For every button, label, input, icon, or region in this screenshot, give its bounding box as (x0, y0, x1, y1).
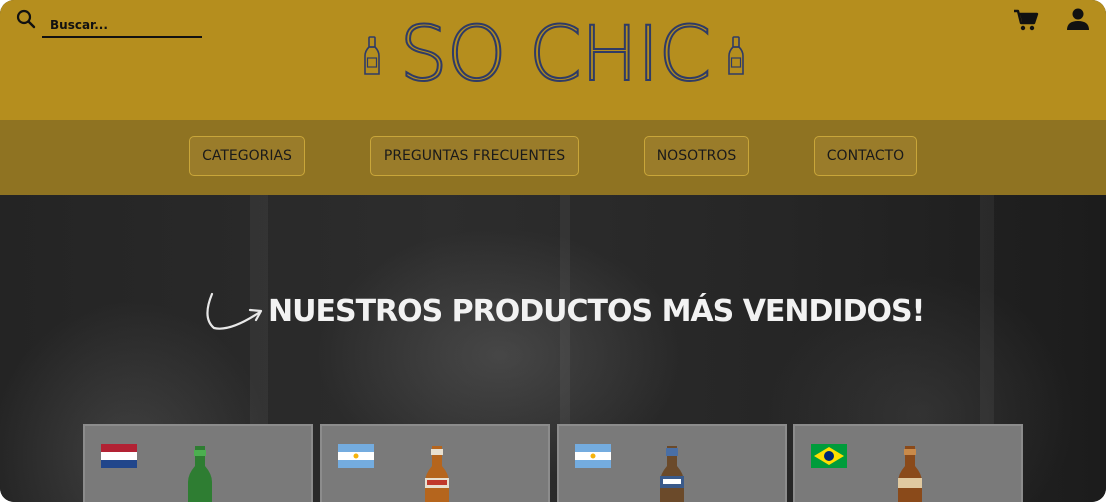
argentina-flag-icon (338, 444, 374, 468)
product-card[interactable] (320, 424, 550, 502)
beer-bottle-icon (364, 36, 380, 75)
user-icon[interactable] (1066, 7, 1090, 31)
nav-item-categorias[interactable]: CATEGORIAS (189, 136, 305, 176)
nav-item-contacto[interactable]: CONTACTO (814, 136, 917, 176)
product-card[interactable] (793, 424, 1023, 502)
site-logo[interactable]: SO CHIC (360, 9, 750, 98)
main-nav: CATEGORIAS PREGUNTAS FRECUENTES NOSOTROS… (0, 120, 1106, 195)
section-title: NUESTROS PRODUCTOS MÁS VENDIDOS! (268, 294, 925, 329)
page-frame: SO CHIC CATEGORIAS PREGUNTAS FRECUENTES … (0, 0, 1106, 502)
brazil-flag-icon (811, 444, 847, 468)
nav-item-preguntas-frecuentes[interactable]: PREGUNTAS FRECUENTES (370, 136, 579, 176)
beer-bottle-icon (728, 36, 744, 75)
netherlands-flag-icon (101, 444, 137, 468)
logo-text: SO CHIC (399, 9, 713, 98)
beer-bottle-image (425, 446, 449, 502)
beer-bottle-image (660, 446, 684, 502)
cart-icon[interactable] (1013, 8, 1039, 32)
product-card[interactable] (557, 424, 787, 502)
site-header: SO CHIC (0, 0, 1106, 120)
product-card[interactable] (83, 424, 313, 502)
search-input[interactable] (42, 14, 202, 38)
search-icon[interactable] (16, 9, 36, 29)
beer-bottle-image (898, 446, 922, 502)
curved-arrow-icon (206, 292, 263, 330)
argentina-flag-icon (575, 444, 611, 468)
beer-bottle-image (188, 446, 212, 502)
nav-item-nosotros[interactable]: NOSOTROS (644, 136, 749, 176)
